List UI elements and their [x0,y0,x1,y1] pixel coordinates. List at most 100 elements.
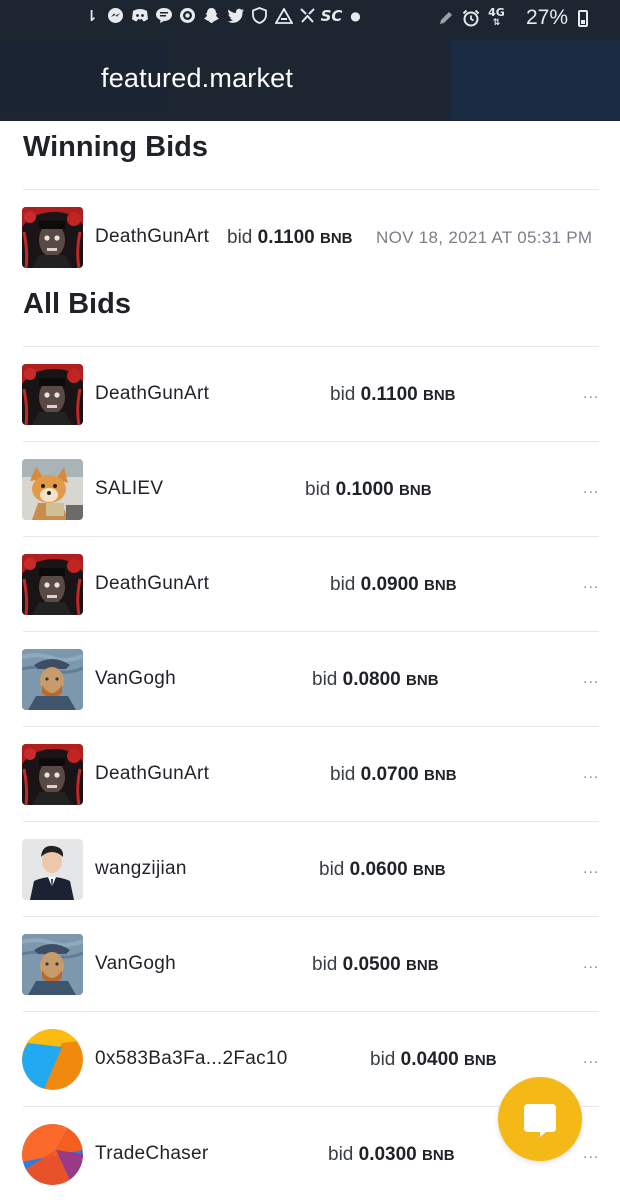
more-options-button[interactable]: ... [583,955,599,973]
bid-currency: BNB [320,230,353,247]
bid-currency: BNB [424,767,457,784]
bid-prefix: bid [330,384,356,405]
deathgunart-avatar[interactable] [22,554,83,615]
bid-prefix: bid [312,669,338,690]
blue-orange-avatar[interactable] [22,1029,83,1090]
bid-row[interactable]: DeathGunArt bid 0.1100 BNB... [0,347,620,442]
bid-value: 0.1100 [257,227,315,248]
target-icon [178,6,197,25]
deathgunart-avatar[interactable] [22,364,83,425]
vangogh-avatar[interactable] [22,649,83,710]
messenger-icon [106,6,125,25]
bid-row[interactable]: SALIEV bid 0.1000 BNB... [0,442,620,537]
status-bar: ⇂ SC ● 4G ⇅ 27% [0,4,620,32]
bid-amount: bid 0.1100 BNB [330,384,456,406]
bid-prefix: bid [330,574,356,595]
more-options-button[interactable]: ... [583,1145,599,1163]
notification-icon [298,6,317,25]
more-options-button[interactable]: ... [583,480,599,498]
bid-amount: bid 0.0400 BNB [370,1049,497,1071]
bid-amount: bid 0.1100 BNB [227,227,353,249]
bid-row[interactable]: DeathGunArt bid 0.0700 BNB... [0,727,620,822]
header-decoration [450,40,620,120]
bid-row[interactable]: DeathGunArt bid 0.0900 BNB... [0,537,620,632]
dog-avatar[interactable] [22,459,83,520]
twitter-icon [226,6,245,25]
bid-currency: BNB [464,1052,497,1069]
more-options-button[interactable]: ... [583,385,599,403]
bidder-name[interactable]: DeathGunArt [95,226,209,248]
winning-bids-title: Winning Bids [23,131,208,163]
bid-amount: bid 0.0800 BNB [312,669,439,691]
more-options-button[interactable]: ... [583,670,599,688]
bid-value: 0.0300 [358,1144,417,1165]
page-url[interactable]: featured.market [101,63,293,94]
network-type: 4G [488,6,505,19]
winning-bid-row[interactable]: DeathGunArt bid 0.1100 BNB NOV 18, 2021 … [0,190,620,285]
vangogh-avatar[interactable] [22,934,83,995]
more-options-button[interactable]: ... [583,765,599,783]
bid-prefix: bid [330,764,356,785]
bid-amount: bid 0.0600 BNB [319,859,446,881]
bid-value: 0.0500 [342,954,401,975]
bidder-name[interactable]: VanGogh [95,668,176,690]
more-options-button[interactable]: ... [583,575,599,593]
bid-row[interactable]: wangzijian bid 0.0600 BNB... [0,822,620,917]
pen-icon [437,9,456,28]
notification-icons: ⇂ SC ● [82,6,365,25]
bid-value: 0.1000 [335,479,394,500]
bid-prefix: bid [312,954,338,975]
bid-value: 0.0800 [342,669,401,690]
more-options-button[interactable]: ... [583,860,599,878]
browser-header: ⇂ SC ● 4G ⇅ 27% featured.market [0,0,620,121]
bidder-name[interactable]: wangzijian [95,858,187,880]
bid-value: 0.0900 [360,574,419,595]
bid-value: 0.0700 [360,764,419,785]
more-options-button[interactable]: ... [583,1050,599,1068]
bid-currency: BNB [413,862,446,879]
bidder-name[interactable]: VanGogh [95,953,176,975]
bid-value: 0.0600 [349,859,408,880]
bid-amount: bid 0.0700 BNB [330,764,457,786]
bid-prefix: bid [305,479,331,500]
bid-currency: BNB [424,577,457,594]
bidder-name[interactable]: SALIEV [95,478,163,500]
red-blue-avatar[interactable] [22,1124,83,1185]
soundcloud-icon: SC [320,6,343,25]
bidder-name[interactable]: DeathGunArt [95,383,209,405]
bid-prefix: bid [370,1049,396,1070]
bid-currency: BNB [423,387,456,404]
bid-currency: BNB [406,672,439,689]
bid-row[interactable]: VanGogh bid 0.0800 BNB... [0,632,620,727]
battery-icon [578,9,588,27]
bidder-name[interactable]: DeathGunArt [95,573,209,595]
dot-icon: ● [350,8,361,23]
bid-value: 0.0400 [400,1049,459,1070]
bid-row[interactable]: VanGogh bid 0.0500 BNB... [0,917,620,1012]
bidder-name[interactable]: 0x583Ba3Fa...2Fac10 [95,1048,288,1070]
bidder-name[interactable]: TradeChaser [95,1143,208,1165]
deathgunart-avatar[interactable] [22,744,83,805]
bid-date: NOV 18, 2021 AT 05:31 PM [376,228,593,247]
signal-icon: 4G ⇅ [488,6,505,28]
bid-prefix: bid [328,1144,354,1165]
bid-prefix: bid [227,227,253,248]
bid-amount: bid 0.0300 BNB [328,1144,455,1166]
shield-icon [250,6,269,25]
chat-icon [154,6,173,25]
chat-bubble-icon [524,1104,556,1137]
person-avatar[interactable] [22,839,83,900]
deathgunart-avatar[interactable] [22,207,83,268]
bid-amount: bid 0.0500 BNB [312,954,439,976]
download-icon: ⇂ [85,6,98,25]
warning-icon [274,6,293,25]
chat-button[interactable] [498,1077,582,1161]
bid-value: 0.1100 [360,384,418,405]
alarm-icon [462,9,481,28]
bidder-name[interactable]: DeathGunArt [95,763,209,785]
bid-amount: bid 0.1000 BNB [305,479,432,501]
bid-prefix: bid [319,859,345,880]
bid-currency: BNB [422,1147,455,1164]
discord-icon [130,6,149,25]
snapchat-icon [202,6,221,25]
